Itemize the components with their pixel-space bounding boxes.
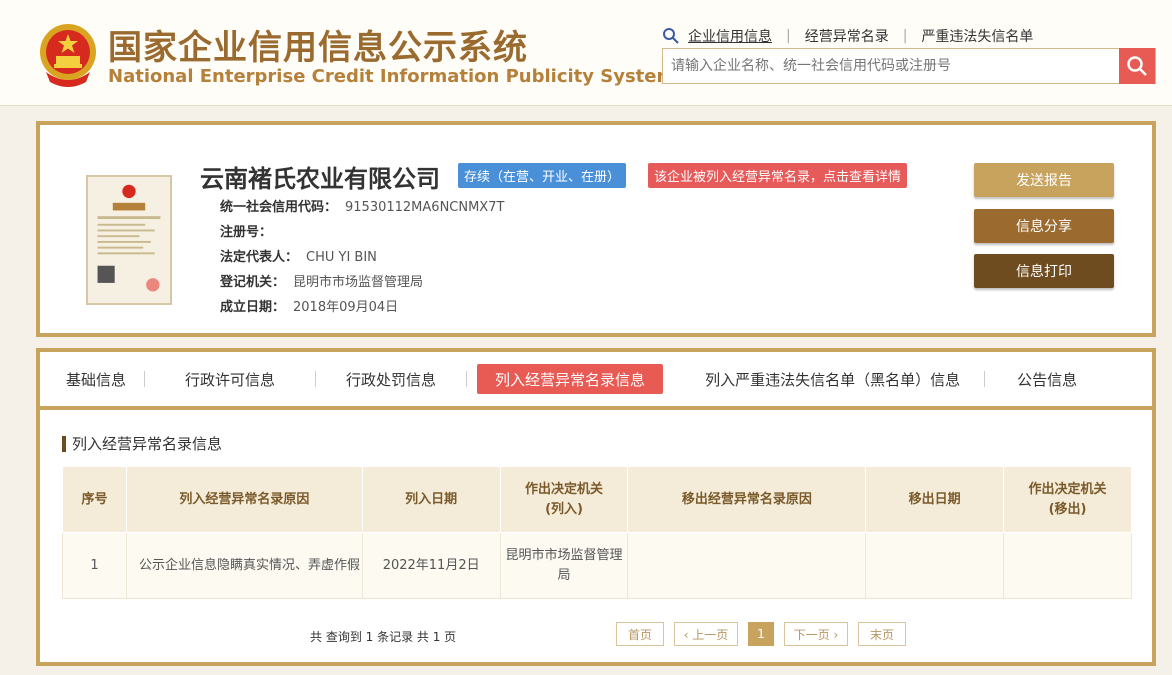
- tab-bar: 基础信息 行政许可信息 行政处罚信息 列入经营异常名录信息 列入严重违法失信名单…: [40, 352, 1152, 410]
- business-license-image: [86, 175, 172, 305]
- pagination: 首页 ‹ 上一页 1 下一页 › 末页: [616, 622, 916, 646]
- tab-basic-info[interactable]: 基础信息: [40, 364, 144, 394]
- table-header: 移出经营异常名录原因: [627, 466, 867, 533]
- pagination-summary: 共 查询到 1 条记录 共 1 页: [310, 630, 457, 644]
- header-line: 作出决定机关: [1028, 481, 1107, 497]
- current-page-button[interactable]: 1: [748, 622, 774, 646]
- table-cell-removal-reason: [627, 532, 867, 599]
- search-icon: [1127, 56, 1147, 76]
- company-info: 统一社会信用代码： 91530112MA6NCNMX7T 注册号： 法定代表人： C…: [220, 195, 504, 320]
- nav-separator: |: [902, 28, 908, 44]
- tab-blacklist[interactable]: 列入严重违法失信名单（黑名单）信息: [663, 364, 984, 394]
- header-nav: 企业信用信息 | 经营异常名录 | 严重违法失信名单: [662, 26, 1033, 46]
- nav-link-credit-info[interactable]: 企业信用信息: [688, 26, 772, 46]
- site-title-en: National Enterprise Credit Information P…: [108, 66, 676, 87]
- tab-admin-penalty[interactable]: 行政处罚信息: [316, 364, 466, 394]
- table-cell-authority: 昆明市市场监督管理局: [499, 532, 629, 599]
- table-header: 列入经营异常名录原因: [125, 466, 363, 533]
- info-row-credit-code: 统一社会信用代码： 91530112MA6NCNMX7T: [220, 195, 504, 220]
- table-header: 序号: [62, 466, 127, 533]
- national-emblem-icon: [40, 24, 96, 87]
- last-page-button[interactable]: 末页: [858, 622, 906, 646]
- company-name: 云南褚氏农业有限公司: [200, 165, 440, 193]
- table-row: 1 公示企业信息隐瞒真实情况、弄虚作假 2022年11月2日 昆明市市场监督管理…: [62, 532, 1132, 599]
- info-value: 91530112MA6NCNMX7T: [345, 200, 505, 215]
- table-header: 列入日期: [361, 466, 501, 533]
- info-value: 昆明市市场监督管理局: [293, 275, 424, 290]
- info-value: 2018年09月04日: [293, 300, 399, 315]
- abnormal-list-section: 列入经营异常名录信息 序号 列入经营异常名录原因 列入日期 作出决定机关 (列入)…: [40, 410, 1152, 662]
- company-card: 云南褚氏农业有限公司 存续（在营、开业、在册） 该企业被列入经营异常名录，点击查…: [36, 121, 1156, 337]
- table-cell-removal-date: [865, 532, 1005, 599]
- next-page-button[interactable]: 下一页 ›: [784, 622, 848, 646]
- abnormal-list-table: 序号 列入经营异常名录原因 列入日期 作出决定机关 (列入) 移出经营异常名录原因…: [62, 466, 1132, 599]
- section-title: 列入经营异常名录信息: [62, 436, 222, 452]
- info-row-established: 成立日期： 2018年09月04日: [220, 295, 504, 320]
- info-label: 法定代表人：: [220, 250, 299, 265]
- site-header: 国家企业信用信息公示系统 National Enterprise Credit …: [0, 0, 1172, 106]
- tab-abnormal-list[interactable]: 列入经营异常名录信息: [477, 364, 664, 394]
- header-line: 作出决定机关: [525, 481, 604, 497]
- table-header: 作出决定机关 (列入): [499, 466, 629, 533]
- search-icon: [663, 28, 679, 44]
- send-report-button[interactable]: 发送报告: [974, 163, 1114, 197]
- print-info-button[interactable]: 信息打印: [974, 254, 1114, 288]
- share-info-button[interactable]: 信息分享: [974, 209, 1114, 243]
- table-cell-reason: 公示企业信息隐瞒真实情况、弄虚作假: [125, 532, 363, 599]
- info-value: CHU YI BIN: [306, 250, 377, 265]
- tab-announcements[interactable]: 公告信息: [985, 364, 1077, 394]
- table-cell-date: 2022年11月2日: [361, 532, 501, 599]
- table-cell-removal-authority: [1003, 532, 1132, 599]
- status-badge: 存续（在营、开业、在册）: [458, 163, 627, 188]
- abnormal-notice-badge[interactable]: 该企业被列入经营异常名录，点击查看详情: [648, 163, 908, 188]
- search-bar: [662, 48, 1156, 84]
- info-row-authority: 登记机关： 昆明市市场监督管理局: [220, 270, 504, 295]
- search-input[interactable]: [663, 49, 1119, 83]
- header-line: (列入): [545, 501, 583, 517]
- info-row-legal-rep: 法定代表人： CHU YI BIN: [220, 245, 504, 270]
- table-cell-index: 1: [62, 532, 127, 599]
- search-button[interactable]: [1119, 48, 1155, 84]
- tab-admin-license[interactable]: 行政许可信息: [145, 364, 315, 394]
- table-header: 移出日期: [865, 466, 1005, 533]
- prev-page-button[interactable]: ‹ 上一页: [674, 622, 738, 646]
- nav-separator: |: [786, 28, 791, 44]
- table-header: 作出决定机关 (移出): [1003, 466, 1132, 533]
- details-panel: 基础信息 行政许可信息 行政处罚信息 列入经营异常名录信息 列入严重违法失信名单…: [36, 348, 1156, 666]
- first-page-button[interactable]: 首页: [616, 622, 664, 646]
- info-label: 统一社会信用代码：: [220, 200, 338, 215]
- site-title-zh: 国家企业信用信息公示系统: [108, 28, 528, 68]
- info-label: 注册号：: [220, 225, 273, 240]
- nav-link-blacklist[interactable]: 严重违法失信名单: [921, 26, 1033, 46]
- info-label: 成立日期：: [220, 300, 286, 315]
- tab-separator: [466, 371, 468, 387]
- info-label: 登记机关：: [220, 275, 286, 290]
- nav-link-abnormal-list[interactable]: 经营异常名录: [805, 26, 889, 46]
- header-line: (移出): [1048, 501, 1087, 517]
- info-row-reg-number: 注册号：: [220, 220, 504, 245]
- table-header-row: 序号 列入经营异常名录原因 列入日期 作出决定机关 (列入) 移出经营异常名录原因…: [62, 466, 1132, 533]
